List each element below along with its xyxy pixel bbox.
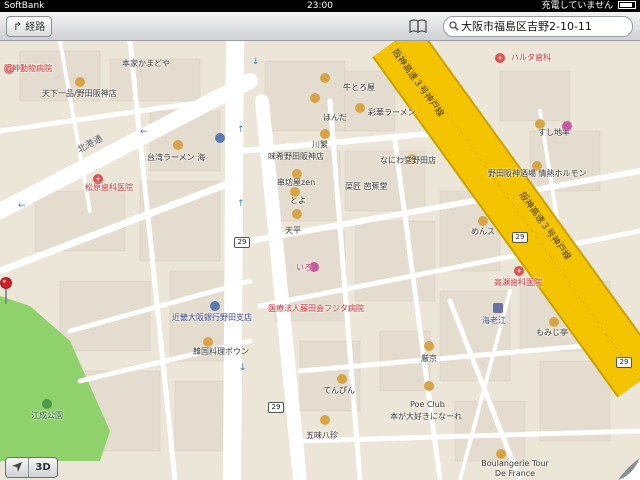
location-pin-icon[interactable] (0, 277, 12, 305)
restaurant-icon (320, 415, 330, 425)
directions-arrow-icon: ↱ (13, 20, 23, 33)
place-label[interactable]: 天平 (285, 225, 301, 236)
search-input-value: 大阪市福島区吉野2-10-11 (461, 20, 592, 33)
park-icon (42, 399, 52, 409)
route-shield: 29 (512, 232, 528, 243)
place-label[interactable]: 野田阪神酒場 情熱ホルモン (488, 168, 587, 179)
restaurant-icon (496, 449, 506, 459)
route-shield: 29 (616, 357, 632, 368)
restaurant-icon (320, 129, 330, 139)
search-icon (449, 21, 459, 31)
place-label[interactable]: 五味八珍 (306, 430, 338, 441)
restaurant-icon (355, 103, 365, 113)
place-label[interactable]: 台湾ラーメン 海 (147, 152, 205, 163)
directions-button[interactable]: ↱ 経路 (6, 16, 53, 37)
restaurant-icon (424, 341, 434, 351)
place-label[interactable]: 本が大好きになーれ (390, 411, 462, 422)
place-label[interactable]: 天下一品/野田阪神店 (42, 88, 117, 99)
map-controls: 3D (5, 457, 58, 478)
battery-text: 充電していません (541, 1, 614, 11)
battery-icon (618, 1, 636, 9)
bookmarks-icon[interactable] (409, 19, 427, 33)
restaurant-icon (75, 77, 85, 87)
place-label[interactable]: もみじ亭 (536, 327, 568, 338)
directions-label: 経路 (25, 22, 46, 33)
map-base (0, 41, 640, 480)
place-label[interactable]: 韓国料理ポウン (193, 346, 249, 357)
restaurant-icon (424, 381, 434, 391)
one-way-arrow-icon: ← (140, 127, 148, 137)
place-label[interactable]: 川繁 (312, 139, 328, 150)
bank-icon (210, 301, 220, 311)
place-label[interactable]: 海老江 (482, 315, 506, 326)
3d-button[interactable]: 3D (29, 458, 57, 477)
place-label[interactable]: 厳京 (421, 353, 437, 364)
restaurant-icon (478, 216, 488, 226)
location-arrow-icon (12, 462, 22, 472)
place-label[interactable]: Boulangerie Tour De France (476, 459, 554, 479)
place-label[interactable]: 味希野田阪神店 (268, 151, 324, 162)
bank-icon (215, 133, 225, 143)
restaurant-icon (320, 73, 330, 83)
medical-icon: + (495, 53, 505, 63)
place-label[interactable]: 牛とろ屋 (343, 82, 375, 93)
place-label[interactable]: 松原歯科医院 (85, 182, 133, 193)
medical-icon: + (514, 266, 524, 276)
maps-toolbar: ↱ 経路 大阪市福島区吉野2-10-11 (0, 12, 640, 41)
place-label[interactable]: とよ (290, 195, 306, 206)
place-label[interactable]: ほんだ (323, 112, 347, 123)
shop-icon (562, 121, 572, 131)
route-shield: 29 (234, 237, 250, 248)
one-way-arrow-icon: ↑ (237, 199, 245, 209)
place-label[interactable]: 阪神動物病院 (4, 63, 52, 74)
place-label[interactable]: 本家かまどや (122, 58, 170, 69)
status-bar: SoftBank 23:00 充電していません (0, 0, 640, 12)
place-label[interactable]: 医療法人藤田会フジタ病院 (268, 303, 364, 314)
place-label[interactable]: 彩華ラーメン (368, 107, 416, 118)
restaurant-icon (292, 209, 302, 219)
place-label[interactable]: 江成公園 (31, 410, 63, 421)
restaurant-icon (549, 317, 559, 327)
map-view[interactable]: 北港通 阪神高速３号神戸線 阪神高速３号神戸線 29 29 29 29 ↓ ↑ … (0, 41, 640, 480)
restaurant-icon (310, 93, 320, 103)
restaurant-icon (173, 140, 183, 150)
one-way-arrow-icon: ↓ (239, 363, 247, 373)
one-way-arrow-icon: ↑ (237, 125, 245, 135)
place-label[interactable]: ハルタ歯科 (511, 52, 551, 63)
place-label[interactable]: 高瀬歯科医院 (494, 277, 542, 288)
place-label[interactable]: いろ (296, 262, 312, 273)
one-way-arrow-icon: ↓ (252, 57, 260, 67)
page-curl-button[interactable] (618, 458, 640, 480)
place-label[interactable]: 菜匠 芭蕉堂 (345, 181, 388, 192)
place-label[interactable]: Poe Club (410, 400, 445, 409)
train-station-icon (493, 303, 503, 313)
place-label[interactable]: 近畿大阪銀行野田支店 (172, 312, 252, 323)
place-label[interactable]: めんス (471, 226, 495, 237)
search-field[interactable]: 大阪市福島区吉野2-10-11 (443, 16, 633, 37)
route-shield: 29 (268, 402, 284, 413)
current-location-button[interactable] (6, 458, 29, 477)
place-label[interactable]: なにわ堂野田店 (380, 155, 436, 166)
battery-status: 充電していません (542, 0, 636, 12)
restaurant-icon (337, 374, 347, 384)
one-way-arrow-icon: ← (18, 201, 26, 211)
place-label[interactable]: てんぴん (323, 385, 355, 396)
